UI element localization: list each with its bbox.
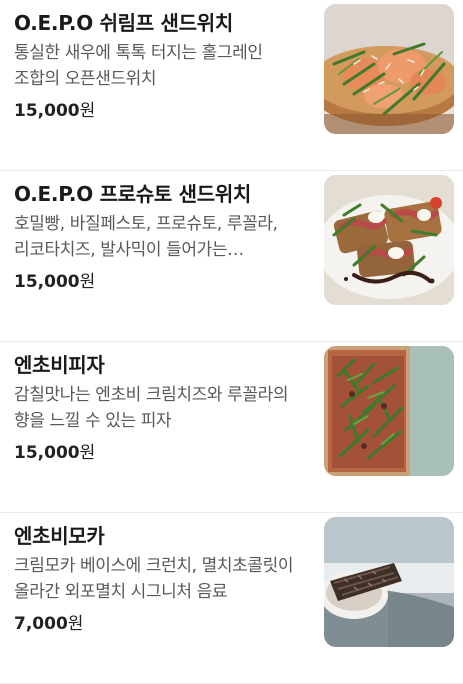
price-amount: 15,000	[14, 272, 80, 292]
menu-item-name: 엔초비피자	[14, 353, 105, 377]
price-currency: 원	[79, 272, 96, 292]
menu-item-anchovy-mocha[interactable]: 엔초비모카 크림모카 베이스에 크런치, 멸치초콜릿이 올라간 외포멸치 시그니…	[0, 513, 463, 684]
menu-item-description: 통실한 새우에 톡톡 터지는 홀그레인 조합의 오픈샌드위치	[14, 43, 263, 89]
menu-item-description: 감칠맛나는 엔초비 크림치즈와 루꼴라의 향을 느낄 수 있는 피자	[14, 385, 289, 431]
menu-item-name: 엔초비모카	[14, 524, 105, 548]
menu-item-description: 호밀빵, 바질페스토, 프로슈토, 루꼴라, 리코타치즈, 발사믹이 들어가는 …	[14, 214, 278, 260]
menu-item-price: 15,000원	[14, 98, 309, 124]
anchovy-mocha-photo[interactable]	[324, 517, 454, 647]
menu-item-prosciutto-sandwich[interactable]: O.E.P.O 프로슈토 샌드위치 호밀빵, 바질페스토, 프로슈토, 루꼴라,…	[0, 171, 463, 342]
menu-item-shrimp-sandwich[interactable]: O.E.P.O 쉬림프 샌드위치 통실한 새우에 톡톡 터지는 홀그레인 조합의…	[0, 0, 463, 171]
price-currency: 원	[67, 614, 84, 634]
shrimp-sandwich-photo[interactable]	[324, 4, 454, 134]
price-currency: 원	[79, 443, 96, 463]
menu-list: O.E.P.O 쉬림프 샌드위치 통실한 새우에 톡톡 터지는 홀그레인 조합의…	[0, 0, 463, 684]
menu-item-price: 15,000원	[14, 440, 309, 466]
menu-item-name: O.E.P.O 프로슈토 샌드위치	[14, 182, 252, 206]
menu-item-info: 엔초비피자 감칠맛나는 엔초비 크림치즈와 루꼴라의 향을 느낄 수 있는 피자…	[14, 350, 309, 466]
prosciutto-sandwich-photo[interactable]	[324, 175, 454, 305]
price-amount: 15,000	[14, 101, 80, 121]
menu-item-anchovy-pizza[interactable]: 엔초비피자 감칠맛나는 엔초비 크림치즈와 루꼴라의 향을 느낄 수 있는 피자…	[0, 342, 463, 513]
menu-item-info: O.E.P.O 프로슈토 샌드위치 호밀빵, 바질페스토, 프로슈토, 루꼴라,…	[14, 179, 309, 295]
price-currency: 원	[79, 101, 96, 121]
menu-item-price: 7,000원	[14, 611, 309, 637]
anchovy-pizza-photo[interactable]	[324, 346, 454, 476]
menu-item-name: O.E.P.O 쉬림프 샌드위치	[14, 11, 233, 35]
price-amount: 7,000	[14, 614, 68, 634]
menu-item-description: 크림모카 베이스에 크런치, 멸치초콜릿이 올라간 외포멸치 시그니처 음료	[14, 556, 294, 602]
price-amount: 15,000	[14, 443, 80, 463]
menu-item-info: 엔초비모카 크림모카 베이스에 크런치, 멸치초콜릿이 올라간 외포멸치 시그니…	[14, 521, 309, 637]
menu-item-info: O.E.P.O 쉬림프 샌드위치 통실한 새우에 톡톡 터지는 홀그레인 조합의…	[14, 8, 309, 124]
menu-item-price: 15,000원	[14, 269, 309, 295]
